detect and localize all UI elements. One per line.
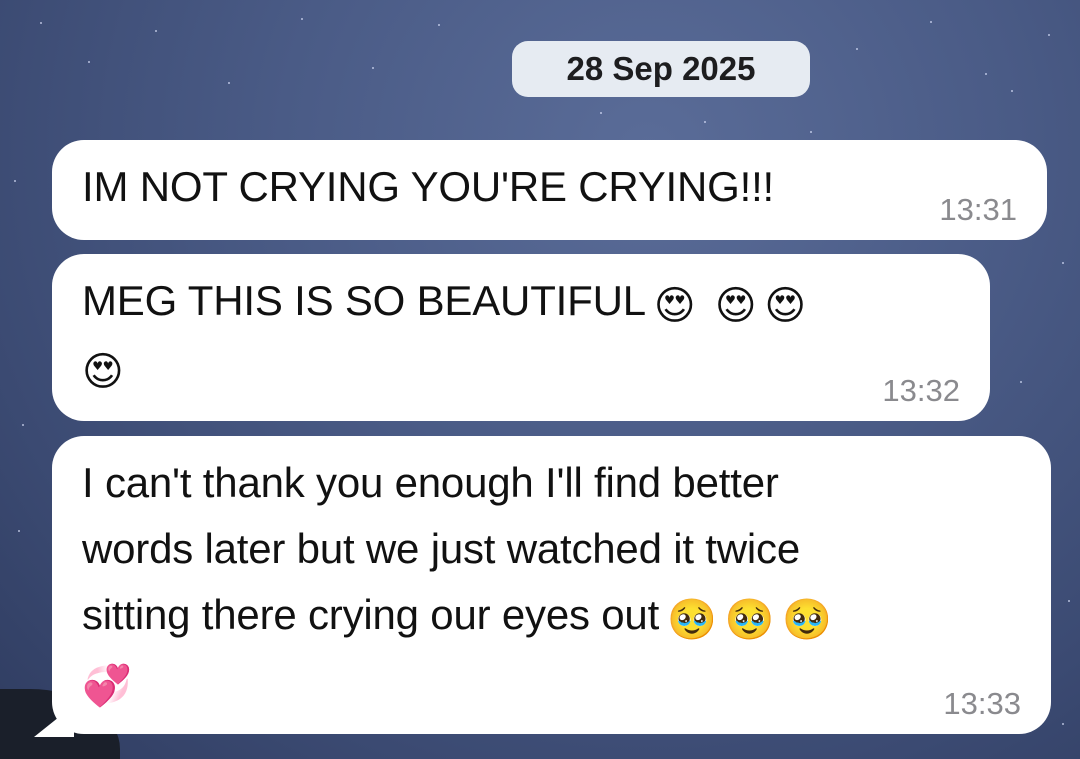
heart-eyes-emoji: 😍	[82, 350, 124, 394]
date-separator: 28 Sep 2025	[512, 41, 810, 97]
message-text: I can't thank you enough I'll find bette…	[82, 459, 832, 708]
heart-eyes-emoji: 😍	[653, 284, 696, 328]
heart-eyes-emoji: 😍	[714, 284, 757, 328]
message-bubble[interactable]: IM NOT CRYING YOU'RE CRYING!!! 13:31	[52, 140, 1047, 240]
pleading-face-emoji: 🥹	[667, 598, 717, 642]
message-time: 13:32	[882, 373, 960, 408]
pleading-face-emoji: 🥹	[782, 598, 832, 642]
pleading-face-emoji: 🥹	[724, 598, 775, 642]
revolving-hearts-emoji: 💞	[82, 664, 132, 708]
message-bubble[interactable]: I can't thank you enough I'll find bette…	[52, 436, 1051, 734]
message-text: IM NOT CRYING YOU'RE CRYING!!!	[82, 163, 775, 210]
message-bubble[interactable]: MEG THIS IS SO BEAUTIFUL 😍 😍 😍 😍 13:32	[52, 254, 990, 421]
message-text: MEG THIS IS SO BEAUTIFUL 😍 😍 😍 😍	[82, 277, 806, 394]
message-time: 13:33	[943, 686, 1021, 721]
heart-eyes-emoji: 😍	[764, 284, 806, 328]
message-time: 13:31	[939, 192, 1017, 227]
